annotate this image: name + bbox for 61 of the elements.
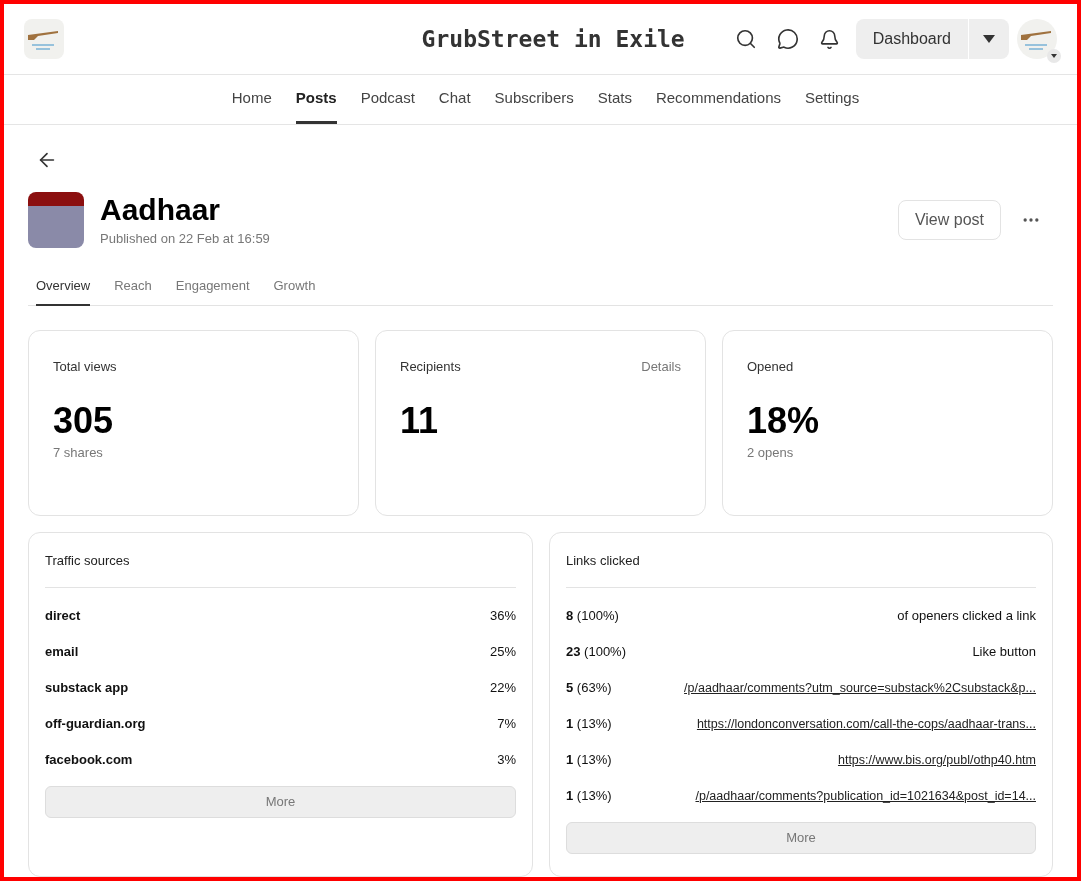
chat-bubble-icon[interactable]	[776, 28, 799, 50]
tab[interactable]: Growth	[273, 276, 316, 306]
nav-link[interactable]: Chat	[438, 75, 471, 124]
publication-logo[interactable]	[24, 19, 64, 59]
nav-link[interactable]: Stats	[597, 75, 632, 124]
stat-label: Total views	[53, 357, 117, 376]
click-label: Like button	[972, 643, 1036, 662]
click-count: 5 (63%)	[566, 679, 612, 698]
source-share: 36%	[489, 607, 516, 626]
tab[interactable]: Reach	[114, 276, 152, 306]
stat-subtext: 2 opens	[747, 444, 795, 462]
click-label: of openers clicked a link	[897, 607, 1036, 626]
nav-link[interactable]: Recommendations	[655, 75, 781, 124]
publish-date: Published on 22 Feb at 16:59	[100, 229, 270, 248]
card-title: Links clicked	[566, 550, 1036, 588]
source-name: off-guardian.org	[45, 715, 146, 734]
nav-link[interactable]: Home	[231, 75, 272, 124]
dashboard-button[interactable]: Dashboard	[855, 19, 969, 59]
account-avatar[interactable]	[1017, 19, 1057, 59]
stat-value: 11	[400, 399, 440, 443]
details-link[interactable]: Details	[641, 356, 681, 376]
more-button[interactable]: More	[566, 822, 1036, 854]
source-name: direct	[45, 607, 81, 626]
stat-label: Opened	[747, 357, 794, 376]
stat-label: Recipients	[400, 357, 461, 376]
click-count: 1 (13%)	[566, 787, 612, 806]
nav-link[interactable]: Podcast	[360, 75, 415, 124]
source-name: substack app	[45, 679, 129, 698]
caret-icon	[1047, 49, 1061, 63]
card-title: Traffic sources	[45, 550, 516, 588]
source-name: email	[45, 643, 79, 662]
click-count: 23 (100%)	[566, 643, 626, 662]
dashboard-menu-button[interactable]	[969, 19, 1009, 59]
nav-link[interactable]: Subscribers	[494, 75, 574, 124]
caret-icon	[983, 35, 995, 43]
click-count: 1 (13%)	[566, 715, 612, 734]
search-icon[interactable]	[734, 28, 757, 50]
post-title: Aadhaar	[100, 192, 222, 228]
click-count: 8 (100%)	[566, 607, 619, 626]
stat-value: 18%	[747, 399, 821, 443]
source-share: 25%	[489, 643, 516, 662]
click-count: 1 (13%)	[566, 751, 612, 770]
tab[interactable]: Overview	[36, 276, 91, 306]
stat-subtext: 7 shares	[53, 444, 104, 462]
clicked-link[interactable]: https://londonconversation.com/call-the-cops/aadhaar-trans...	[696, 714, 1036, 734]
bell-icon[interactable]	[818, 28, 840, 50]
tab[interactable]: Engagement	[175, 276, 250, 306]
clicked-link[interactable]: /p/aadhaar/comments?utm_source=substack%2Csubstack&p...	[684, 678, 1036, 698]
clicked-link[interactable]: /p/aadhaar/comments?publication_id=1021634&post_id=14...	[695, 786, 1036, 806]
source-share: 22%	[489, 679, 516, 698]
source-name: facebook.com	[45, 751, 133, 770]
publication-title: GrubStreet in Exile	[421, 24, 685, 54]
photo-placeholder	[28, 191, 84, 248]
source-share: 7%	[497, 715, 516, 734]
view-post-button[interactable]: View post	[897, 199, 1001, 240]
source-share: 3%	[497, 751, 516, 770]
stat-value: 305	[53, 399, 115, 443]
more-button[interactable]: More	[45, 786, 516, 818]
nav-link[interactable]: Settings	[805, 75, 860, 124]
clicked-link[interactable]: https://www.bis.org/publ/othp40.htm	[837, 750, 1036, 770]
nav-link[interactable]: Posts	[295, 75, 337, 124]
